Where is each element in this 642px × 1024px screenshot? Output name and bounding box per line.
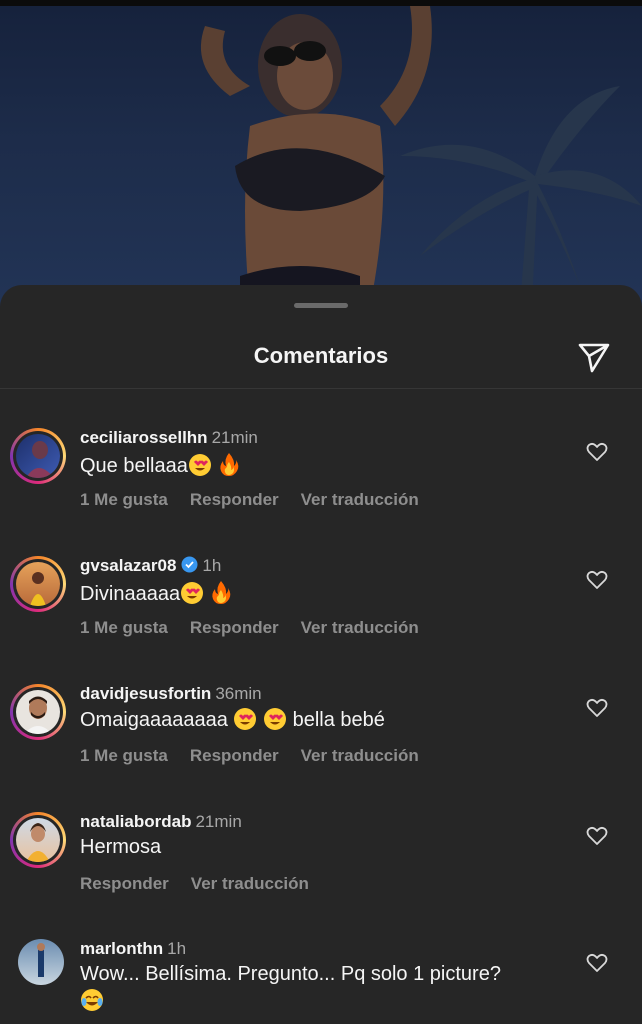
heart-eyes-emoji xyxy=(234,708,257,730)
heart-icon[interactable] xyxy=(586,953,608,973)
avatar[interactable] xyxy=(16,434,60,478)
story-ring[interactable] xyxy=(10,812,66,868)
comment-time: 1h xyxy=(167,939,187,958)
sheet-title: Comentarios xyxy=(253,343,389,368)
translate-button[interactable]: Ver traducción xyxy=(191,874,309,893)
comment-body: Hermosa xyxy=(80,836,162,858)
username[interactable]: nataliabordab xyxy=(80,812,191,831)
heart-eyes-emoji xyxy=(264,708,287,730)
heart-eyes-emoji xyxy=(181,582,204,604)
likes-count[interactable]: 1 Me gusta xyxy=(80,746,168,765)
translate-button[interactable]: Ver traducción xyxy=(301,618,419,637)
comment-body: Omaigaaaaaaaa xyxy=(80,709,228,731)
heart-eyes-emoji xyxy=(188,454,211,476)
avatar[interactable] xyxy=(16,818,60,862)
reply-button[interactable]: Responder xyxy=(190,746,279,765)
comment-time: 36min xyxy=(215,684,262,703)
story-ring[interactable] xyxy=(10,428,66,484)
username[interactable]: ceciliarossellhn xyxy=(80,428,208,447)
likes-count[interactable]: 1 Me gusta xyxy=(80,618,168,637)
heart-icon[interactable] xyxy=(586,698,608,718)
divider xyxy=(0,388,642,389)
username[interactable]: gvsalazar08 xyxy=(80,556,176,575)
username[interactable]: davidjesusfortin xyxy=(80,684,211,703)
heart-icon[interactable] xyxy=(586,442,608,462)
heart-icon[interactable] xyxy=(586,826,608,846)
likes-count[interactable]: 1 Me gusta xyxy=(80,490,168,509)
avatar[interactable] xyxy=(16,690,60,734)
comment-text: Divinaaaaa xyxy=(80,580,232,606)
comment-text: Que bellaaa xyxy=(80,452,240,478)
send-icon[interactable] xyxy=(576,339,612,375)
comment-time: 1h xyxy=(202,556,222,575)
comments-sheet: Comentarios xyxy=(0,285,642,1024)
username[interactable]: marlonthn xyxy=(80,939,163,958)
post-image xyxy=(200,6,642,306)
reply-button[interactable]: Responder xyxy=(80,874,169,893)
drag-handle[interactable] xyxy=(294,303,348,308)
avatar[interactable] xyxy=(18,939,64,985)
comment-text-line2 xyxy=(80,989,104,1012)
post-photo xyxy=(0,6,642,306)
heart-icon[interactable] xyxy=(586,570,608,590)
verified-badge-icon xyxy=(181,556,198,573)
story-ring[interactable] xyxy=(10,556,66,612)
comment-body: Divinaaaaa xyxy=(80,583,181,605)
comment-time: 21min xyxy=(195,812,242,831)
story-ring[interactable] xyxy=(10,684,66,740)
comment-text: Omaigaaaaaaaa bella bebé xyxy=(80,708,385,732)
comment-body-suffix: bella bebé xyxy=(292,709,385,731)
reply-button[interactable]: Responder xyxy=(190,618,279,637)
avatar-frame[interactable] xyxy=(10,939,66,995)
translate-button[interactable]: Ver traducción xyxy=(301,746,419,765)
comment-text: Wow... Bellísima. Pregunto... Pq solo 1 … xyxy=(80,963,501,986)
fire-emoji xyxy=(212,581,231,604)
avatar[interactable] xyxy=(16,562,60,606)
reply-button[interactable]: Responder xyxy=(190,490,279,509)
comment-time: 21min xyxy=(211,428,258,447)
tears-of-joy-emoji xyxy=(81,989,103,1011)
comment-body: Wow... Bellísima. Pregunto... Pq solo 1 … xyxy=(80,963,501,985)
fire-emoji xyxy=(220,453,239,476)
comment-text: Hermosa xyxy=(80,836,161,859)
comment-body: Que bellaaa xyxy=(80,455,188,477)
translate-button[interactable]: Ver traducción xyxy=(301,490,419,509)
